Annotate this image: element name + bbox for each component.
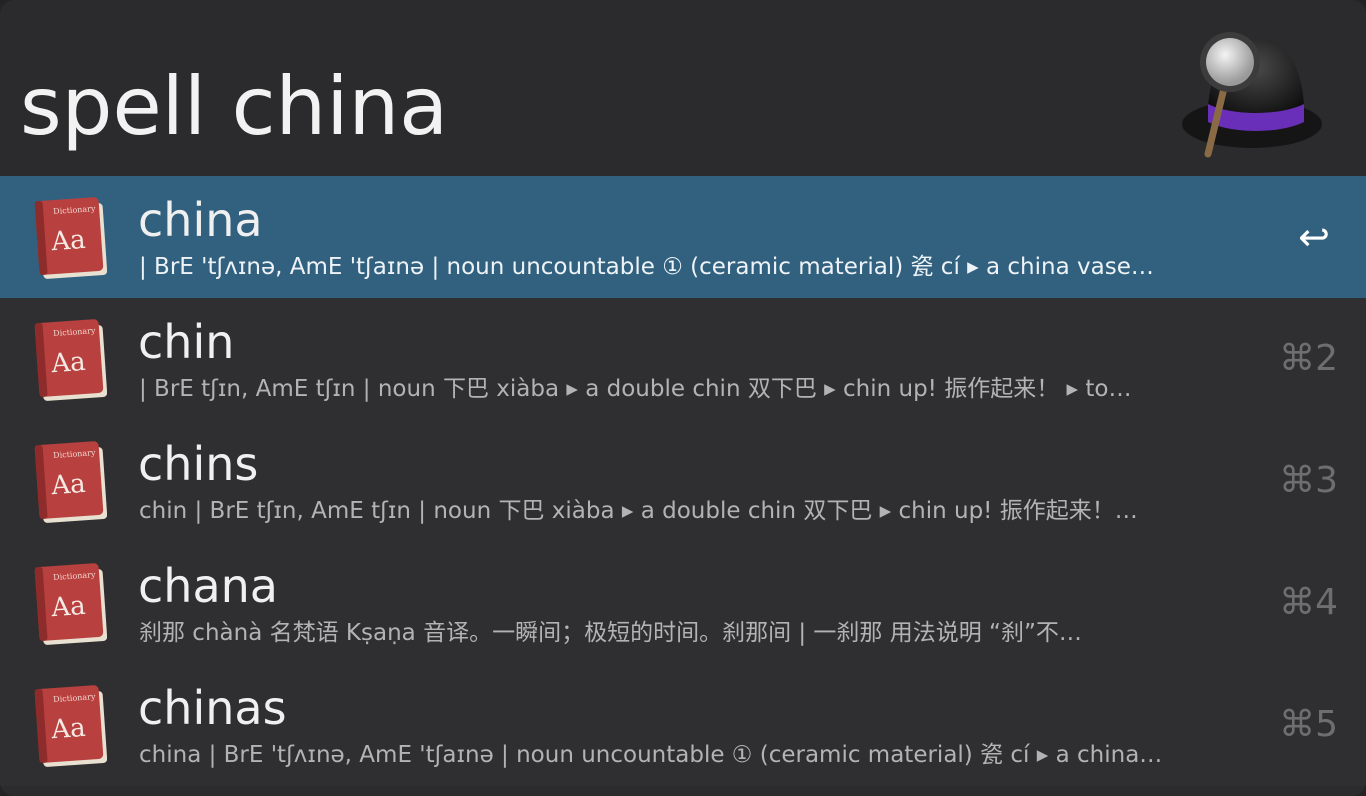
alfred-hat-logo-icon (1182, 32, 1322, 158)
dictionary-book-icon: Dictionary Aa (34, 685, 107, 767)
svg-text:Aa: Aa (49, 347, 86, 379)
search-bar (0, 0, 1366, 176)
dictionary-book-icon: Dictionary Aa (34, 563, 107, 645)
svg-text:Aa: Aa (49, 469, 86, 501)
result-subtitle: | BrE 'tʃʌɪnə, AmE 'tʃaɪnə | noun uncoun… (139, 254, 1154, 280)
result-row-2[interactable]: Dictionary Aa chin | BrE tʃɪn, AmE tʃɪn … (0, 298, 1366, 420)
launcher-window: Dictionary Aa china | BrE 'tʃʌɪnə, AmE '… (0, 0, 1366, 796)
result-title: chinas (138, 681, 287, 735)
search-input[interactable] (20, 52, 1150, 162)
svg-text:Aa: Aa (49, 713, 86, 745)
result-title: china (138, 193, 263, 247)
result-row-1[interactable]: Dictionary Aa china | BrE 'tʃʌɪnə, AmE '… (0, 176, 1366, 298)
shortcut-label: ⌘3 (1279, 460, 1338, 501)
svg-text:Aa: Aa (49, 591, 86, 623)
result-row-5[interactable]: Dictionary Aa chinas china | BrE 'tʃʌɪnə… (0, 664, 1366, 786)
result-title: chins (138, 437, 259, 491)
result-title: chin (138, 315, 235, 369)
dictionary-book-icon: Dictionary Aa (34, 319, 107, 401)
result-subtitle: chin | BrE tʃɪn, AmE tʃɪn | noun 下巴 xiàb… (139, 498, 1138, 524)
shortcut-label: ⌘2 (1279, 338, 1338, 379)
result-title: chana (138, 559, 278, 613)
results-list: Dictionary Aa china | BrE 'tʃʌɪnə, AmE '… (0, 176, 1366, 796)
dictionary-book-icon: Dictionary Aa (34, 197, 107, 279)
dictionary-book-icon: Dictionary Aa (34, 441, 107, 523)
shortcut-label: ⌘5 (1279, 704, 1338, 745)
result-row-4[interactable]: Dictionary Aa chana 刹那 chànà 名梵语 Kṣaṇa 音… (0, 542, 1366, 664)
return-key-icon: ↩ (1298, 215, 1330, 259)
result-row-3[interactable]: Dictionary Aa chins chin | BrE tʃɪn, AmE… (0, 420, 1366, 542)
result-subtitle: 刹那 chànà 名梵语 Kṣaṇa 音译。一瞬间；极短的时间。刹那间 | 一刹… (139, 620, 1082, 646)
shortcut-label: ⌘4 (1279, 582, 1338, 623)
svg-text:Aa: Aa (49, 225, 86, 257)
result-subtitle: china | BrE 'tʃʌɪnə, AmE 'tʃaɪnə | noun … (139, 742, 1163, 768)
result-subtitle: | BrE tʃɪn, AmE tʃɪn | noun 下巴 xiàba ▸ a… (139, 376, 1132, 402)
